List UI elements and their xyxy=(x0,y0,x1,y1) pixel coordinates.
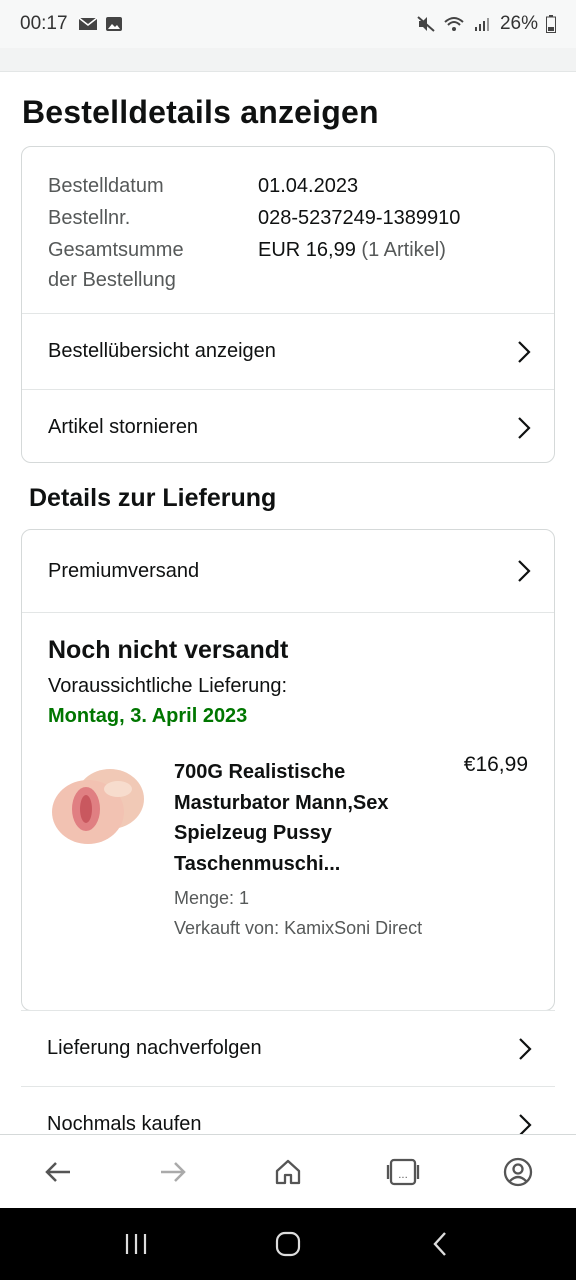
chevron-right-icon xyxy=(518,340,531,363)
product-quantity: Menge: 1 xyxy=(174,888,250,908)
tabs-button[interactable]: ... xyxy=(379,1148,427,1196)
product-price: €16,99 xyxy=(463,753,528,776)
order-item[interactable]: 700G Realistische Masturbator Mann,Sex S… xyxy=(22,731,554,969)
order-date-label: Bestelldatum xyxy=(48,175,164,197)
home-system-button[interactable] xyxy=(268,1224,308,1264)
chevron-right-icon xyxy=(519,1113,532,1136)
chevron-right-icon xyxy=(518,416,531,439)
image-icon xyxy=(105,17,122,31)
system-back-icon xyxy=(433,1232,446,1256)
battery-icon xyxy=(546,15,556,33)
product-image[interactable] xyxy=(48,757,148,857)
order-info-grid: Bestelldatum 01.04.2023 Bestellnr. 028-5… xyxy=(22,147,554,313)
eta-label: Voraussichtliche Lieferung: xyxy=(48,675,288,697)
shipment-status: Noch nicht versandt Voraussichtliche Lie… xyxy=(22,613,554,731)
android-nav-bar xyxy=(0,1208,576,1280)
back-icon xyxy=(44,1161,70,1182)
order-date-value: 01.04.2023 xyxy=(258,175,359,197)
tabs-icon: ... xyxy=(387,1158,420,1185)
browser-bottom-nav: ... xyxy=(0,1134,576,1208)
order-number-label: Bestellnr. xyxy=(48,207,131,229)
system-home-icon xyxy=(275,1231,301,1257)
mute-icon xyxy=(417,16,435,32)
recent-apps-icon xyxy=(125,1234,147,1254)
order-number-value: 028-5237249-1389910 xyxy=(258,207,461,229)
account-icon xyxy=(504,1157,533,1186)
shipping-method-link[interactable]: Premiumversand xyxy=(22,530,554,613)
forward-icon xyxy=(160,1161,186,1182)
product-title-link[interactable]: 700G Realistische Masturbator Mann,Sex S… xyxy=(174,757,444,879)
home-button[interactable] xyxy=(264,1148,312,1196)
back-button[interactable] xyxy=(34,1148,82,1196)
signal-icon xyxy=(474,18,489,31)
chevron-right-icon xyxy=(519,1037,532,1060)
delivery-section-title: Details zur Lieferung xyxy=(29,484,277,512)
delivery-card: Premiumversand Noch nicht versandt Vorau… xyxy=(21,529,555,1011)
eta-date: Montag, 3. April 2023 xyxy=(48,705,248,727)
track-package-link[interactable]: Lieferung nachverfolgen xyxy=(21,1010,555,1086)
home-icon xyxy=(275,1159,301,1184)
cancel-items-link[interactable]: Artikel stornieren xyxy=(22,389,554,462)
order-total-value: EUR 16,99 (1 Artikel) xyxy=(258,239,446,261)
product-seller: Verkauft von: KamixSoni Direct xyxy=(174,918,423,938)
status-time: 00:17 xyxy=(20,13,68,34)
account-button[interactable] xyxy=(494,1148,542,1196)
chevron-right-icon xyxy=(518,560,531,582)
forward-button[interactable] xyxy=(149,1148,197,1196)
page-title: Bestelldetails anzeigen xyxy=(22,94,379,130)
view-order-summary-link[interactable]: Bestellübersicht anzeigen xyxy=(22,313,554,389)
status-bar: 00:17 26% xyxy=(0,0,576,48)
recent-apps-button[interactable] xyxy=(116,1224,156,1264)
header-strip xyxy=(0,48,576,72)
shipment-status-heading: Noch nicht versandt xyxy=(48,636,289,664)
back-system-button[interactable] xyxy=(420,1224,460,1264)
battery-percent: 26% xyxy=(499,13,538,34)
order-info-card: Bestelldatum 01.04.2023 Bestellnr. 028-5… xyxy=(21,146,555,463)
order-total-label: Gesamtsumme der Bestellung xyxy=(48,239,184,291)
wifi-icon xyxy=(444,17,464,31)
svg-text:...: ... xyxy=(398,1170,408,1181)
mail-icon xyxy=(78,17,98,30)
